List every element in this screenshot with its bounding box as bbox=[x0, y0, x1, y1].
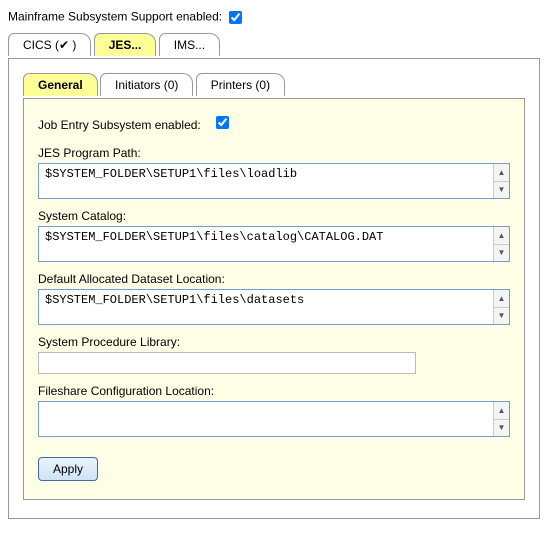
program-path-up-icon[interactable]: ▲ bbox=[494, 164, 509, 182]
jes-enabled-label: Job Entry Subsystem enabled: bbox=[38, 118, 201, 132]
program-path-input[interactable] bbox=[39, 164, 493, 198]
system-catalog-input[interactable] bbox=[39, 227, 493, 261]
fileshare-up-icon[interactable]: ▲ bbox=[494, 402, 509, 420]
dataset-loc-input[interactable] bbox=[39, 290, 493, 324]
fileshare-down-icon[interactable]: ▼ bbox=[494, 420, 509, 437]
proc-lib-label: System Procedure Library: bbox=[38, 335, 510, 349]
proc-lib-field[interactable] bbox=[38, 352, 416, 374]
system-catalog-field[interactable]: ▲ ▼ bbox=[38, 226, 510, 262]
program-path-field[interactable]: ▲ ▼ bbox=[38, 163, 510, 199]
dataset-loc-up-icon[interactable]: ▲ bbox=[494, 290, 509, 308]
tab-jes[interactable]: JES... bbox=[94, 33, 157, 56]
outer-tabs: CICS (✔ ) JES... IMS... bbox=[8, 33, 540, 59]
program-path-down-icon[interactable]: ▼ bbox=[494, 182, 509, 199]
fileshare-input[interactable] bbox=[39, 402, 493, 436]
outer-panel: General Initiators (0) Printers (0) Job … bbox=[8, 58, 540, 519]
dataset-loc-label: Default Allocated Dataset Location: bbox=[38, 272, 510, 286]
tab-printers[interactable]: Printers (0) bbox=[196, 73, 285, 96]
proc-lib-input[interactable] bbox=[39, 353, 415, 373]
tab-initiators[interactable]: Initiators (0) bbox=[100, 73, 193, 96]
tab-general[interactable]: General bbox=[23, 73, 98, 96]
system-catalog-up-icon[interactable]: ▲ bbox=[494, 227, 509, 245]
dataset-loc-down-icon[interactable]: ▼ bbox=[494, 308, 509, 325]
dataset-loc-field[interactable]: ▲ ▼ bbox=[38, 289, 510, 325]
tab-cics[interactable]: CICS (✔ ) bbox=[8, 33, 91, 56]
system-catalog-down-icon[interactable]: ▼ bbox=[494, 245, 509, 262]
fileshare-field[interactable]: ▲ ▼ bbox=[38, 401, 510, 437]
mainframe-support-checkbox[interactable] bbox=[229, 11, 242, 24]
general-panel: Job Entry Subsystem enabled: JES Program… bbox=[23, 98, 525, 500]
jes-enabled-checkbox[interactable] bbox=[216, 116, 229, 129]
tab-ims[interactable]: IMS... bbox=[159, 33, 220, 56]
program-path-label: JES Program Path: bbox=[38, 146, 510, 160]
system-catalog-label: System Catalog: bbox=[38, 209, 510, 223]
fileshare-label: Fileshare Configuration Location: bbox=[38, 384, 510, 398]
mainframe-support-label: Mainframe Subsystem Support enabled: bbox=[8, 10, 222, 24]
inner-tabs: General Initiators (0) Printers (0) bbox=[23, 73, 525, 99]
apply-button[interactable]: Apply bbox=[38, 457, 98, 481]
